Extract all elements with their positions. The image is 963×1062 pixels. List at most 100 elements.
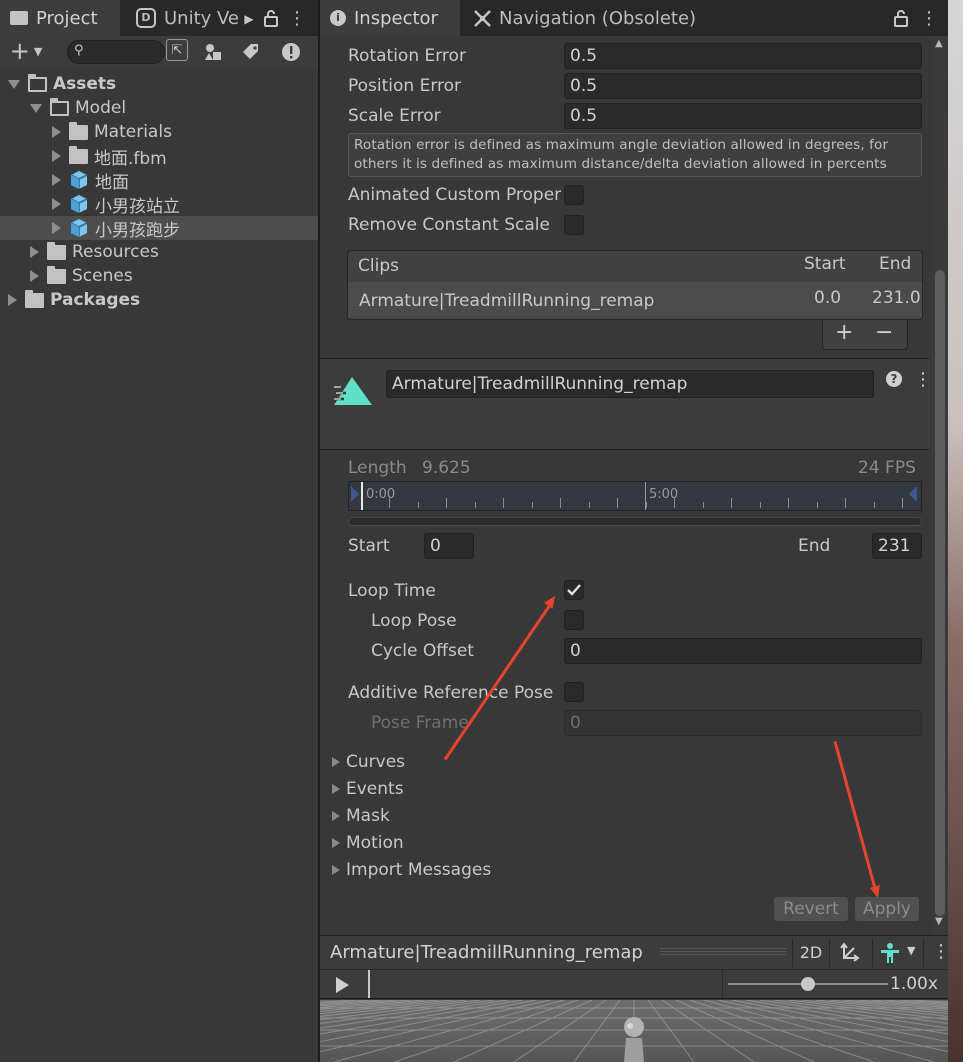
- search-by-type-icon[interactable]: ⇱: [166, 39, 188, 61]
- tree-item[interactable]: Model: [0, 96, 318, 120]
- speed-slider-knob[interactable]: [801, 977, 815, 991]
- position-error-field[interactable]: 0.5: [564, 73, 922, 99]
- tree-item-label: Resources: [72, 242, 159, 262]
- foldout-curves[interactable]: Curves: [332, 752, 405, 772]
- remove-clip-button[interactable]: −: [875, 320, 893, 345]
- scale-error-field[interactable]: 0.5: [564, 103, 922, 129]
- timeline-tick: [816, 502, 818, 508]
- clip-row[interactable]: Armature|TreadmillRunning_remap 0.0 231.…: [348, 282, 922, 318]
- more-menu-icon[interactable]: ⋮: [284, 5, 310, 31]
- folder-icon: [69, 145, 88, 164]
- mode-2d-button[interactable]: 2D: [792, 939, 830, 967]
- tree-item-label: Materials: [94, 122, 172, 142]
- collapsed-arrow-icon[interactable]: [52, 150, 61, 162]
- foldout-motion[interactable]: Motion: [332, 833, 404, 853]
- tab-navigation[interactable]: Navigation (Obsolete): [464, 0, 724, 36]
- lock-icon[interactable]: [258, 5, 284, 31]
- animation-clip-icon: [334, 377, 372, 405]
- collapsed-arrow-icon[interactable]: [52, 198, 61, 210]
- collapsed-arrow-icon[interactable]: [30, 246, 39, 258]
- animated-custom-properties-checkbox[interactable]: [564, 185, 584, 205]
- tab-inspector[interactable]: i Inspector: [320, 0, 460, 36]
- warning-icon[interactable]: [278, 39, 304, 65]
- pivot-icon[interactable]: [838, 942, 860, 969]
- tab-inspector-label: Inspector: [354, 7, 438, 29]
- help-icon[interactable]: ?: [886, 371, 902, 387]
- grid-line: [675, 1000, 815, 1062]
- add-button[interactable]: + ▼: [4, 37, 48, 65]
- folder-icon: [69, 121, 88, 140]
- end-field[interactable]: 231: [872, 533, 922, 559]
- help-box: Rotation error is defined as maximum ang…: [348, 133, 922, 177]
- expanded-arrow-icon[interactable]: [30, 103, 42, 113]
- timeline-scroll[interactable]: [348, 517, 922, 526]
- collapsed-arrow-icon[interactable]: [52, 174, 61, 186]
- tree-item[interactable]: 小男孩站立: [0, 192, 318, 217]
- search-input[interactable]: ⚲: [67, 40, 165, 64]
- project-panel: Project D Unity Ve ▶ ⋮ + ▼ ⚲ ⇱ Assets Mode…: [0, 0, 318, 1062]
- clip-name-field[interactable]: Armature|TreadmillRunning_remap: [386, 370, 874, 398]
- timeline-tick: [617, 498, 618, 508]
- tree-item[interactable]: Resources: [0, 240, 318, 264]
- scale-error-label: Scale Error: [348, 106, 441, 126]
- foldout-label: Import Messages: [346, 860, 492, 880]
- scroll-up-icon[interactable]: ▲: [935, 38, 943, 49]
- unity-version-control-icon: D: [136, 8, 156, 28]
- avatar-preview-button[interactable]: ▼: [872, 939, 924, 967]
- timeline-tick: [446, 498, 447, 508]
- add-clip-button[interactable]: +: [835, 320, 853, 345]
- tree-item[interactable]: Scenes: [0, 264, 318, 288]
- tree-item[interactable]: Materials: [0, 120, 318, 144]
- start-field[interactable]: 0: [424, 533, 474, 559]
- tab-unity-version-control-label: Unity Ve: [164, 7, 240, 29]
- length-label: Length: [348, 458, 407, 478]
- tree-item[interactable]: 地面: [0, 168, 318, 193]
- collapsed-arrow-icon[interactable]: [8, 294, 17, 306]
- timeline-tick: [759, 502, 761, 508]
- preview-viewport[interactable]: [320, 1000, 948, 1062]
- cycle-offset-field[interactable]: 0: [564, 638, 922, 664]
- revert-button[interactable]: Revert: [774, 897, 848, 921]
- collapsed-arrow-icon: [332, 838, 340, 848]
- tab-unity-version-control[interactable]: D Unity Ve: [126, 0, 254, 36]
- inspector-scrollbar[interactable]: ▲ ▼: [932, 36, 948, 934]
- foldout-mask[interactable]: Mask: [332, 806, 390, 826]
- timeline-tick: [902, 498, 903, 508]
- filter-by-type-icon[interactable]: [200, 39, 226, 65]
- project-tabbar: Project D Unity Ve ▶ ⋮: [0, 0, 318, 36]
- tree-item[interactable]: 地面.fbm: [0, 144, 318, 169]
- timeline-tick: [645, 502, 647, 508]
- label-tag-icon[interactable]: [238, 39, 264, 65]
- collapsed-arrow-icon[interactable]: [52, 222, 61, 234]
- tree-item[interactable]: 小男孩跑步: [0, 216, 318, 241]
- tab-project-label: Project: [36, 7, 98, 29]
- play-icon[interactable]: [336, 977, 349, 993]
- drag-handle[interactable]: [660, 948, 786, 956]
- inspector-lock-icon[interactable]: [888, 5, 914, 31]
- foldout-events[interactable]: Events: [332, 779, 404, 799]
- scroll-down-icon[interactable]: ▼: [935, 916, 943, 927]
- tab-project[interactable]: Project: [0, 0, 120, 36]
- remove-constant-scale-checkbox[interactable]: [564, 215, 584, 235]
- tree-item[interactable]: Packages: [0, 288, 318, 312]
- playhead[interactable]: [368, 970, 370, 998]
- loop-pose-checkbox[interactable]: [564, 610, 584, 630]
- foldout-import-messages[interactable]: Import Messages: [332, 860, 491, 880]
- scrollbar-thumb[interactable]: [935, 270, 945, 916]
- preview-toolbar: Armature|TreadmillRunning_remap 2D ▼ ⋮: [320, 935, 950, 969]
- add-button-label: +: [9, 37, 30, 65]
- end-label: End: [798, 536, 831, 556]
- collapsed-arrow-icon[interactable]: [30, 270, 39, 282]
- clip-more-icon[interactable]: ⋮: [914, 369, 932, 390]
- expanded-arrow-icon[interactable]: [8, 79, 20, 89]
- foldout-label: Curves: [346, 752, 406, 772]
- timeline-tick: [417, 502, 419, 508]
- inspector-more-icon[interactable]: ⋮: [916, 5, 942, 31]
- collapsed-arrow-icon[interactable]: [52, 126, 61, 138]
- tree-item[interactable]: Assets: [0, 72, 318, 96]
- timeline-ruler[interactable]: 0:00 5:00: [348, 481, 922, 511]
- additive-reference-pose-checkbox[interactable]: [564, 682, 584, 702]
- rotation-error-field[interactable]: 0.5: [564, 43, 922, 69]
- collapsed-arrow-icon: [332, 757, 340, 767]
- timeline-tick: [531, 502, 533, 508]
